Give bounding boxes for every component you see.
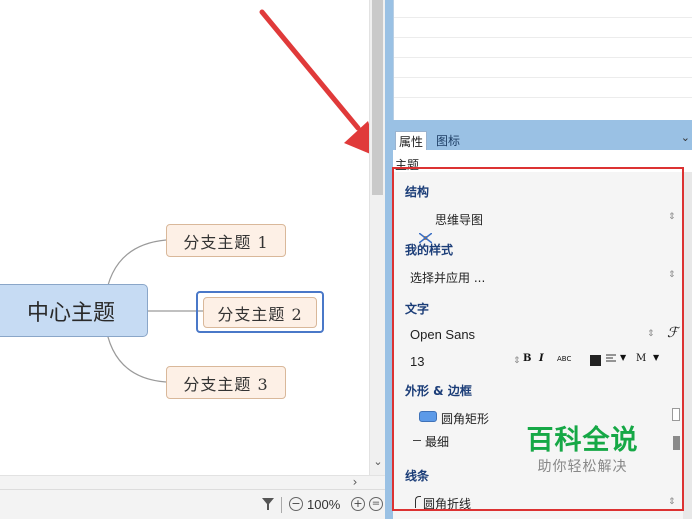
zoom-fit-icon[interactable]: = <box>369 497 383 511</box>
zoom-out-icon[interactable]: − <box>289 497 303 511</box>
pane-line <box>394 57 692 58</box>
properties-scrollbar[interactable] <box>683 172 692 519</box>
canvas-vertical-scrollbar[interactable]: ⌄ <box>369 0 385 475</box>
filter-icon[interactable] <box>262 497 274 511</box>
scroll-right-icon[interactable]: › <box>348 476 362 490</box>
scroll-down-icon[interactable]: ⌄ <box>370 455 386 469</box>
tab-properties[interactable]: 属性 <box>395 131 428 151</box>
status-bar: − 100% + = <box>0 489 385 519</box>
watermark-title: 百科全说 <box>526 425 639 456</box>
branch-topic-1[interactable]: 分支主题 1 <box>166 224 286 257</box>
central-topic[interactable]: 中心主题 <box>0 284 148 337</box>
pane-line <box>394 17 692 18</box>
zoom-level: 100% <box>307 497 341 512</box>
red-arrow-icon <box>259 9 380 158</box>
pane-line <box>394 97 692 98</box>
branch-topic-3[interactable]: 分支主题 3 <box>166 366 286 399</box>
watermark: 百科全说 助你轻松解决 <box>515 425 650 485</box>
pane-line <box>394 77 692 78</box>
chevron-down-icon[interactable]: ⌄ <box>681 131 690 144</box>
upper-pane <box>393 0 692 120</box>
branch-topic-2[interactable]: 分支主题 2 <box>203 297 317 328</box>
status-divider <box>281 497 282 513</box>
tab-icons[interactable]: 图标 <box>433 131 463 151</box>
watermark-subtitle: 助你轻松解决 <box>537 459 628 475</box>
panel-tabs: 属性 图标 ⌄ <box>393 128 692 151</box>
vertical-scroll-thumb[interactable] <box>372 0 383 195</box>
canvas-horizontal-scrollbar[interactable]: › <box>0 475 385 489</box>
zoom-in-icon[interactable]: + <box>351 497 365 511</box>
pane-line <box>394 37 692 38</box>
